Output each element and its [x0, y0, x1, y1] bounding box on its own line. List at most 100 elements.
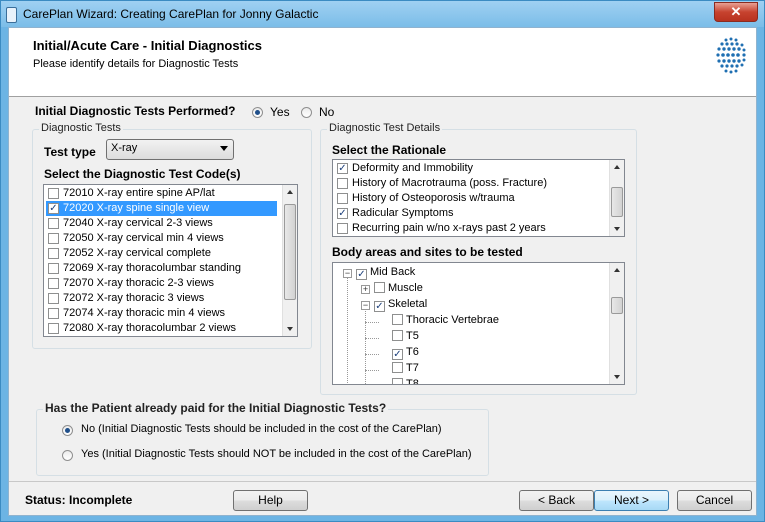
rationale-list-item[interactable]: History of Osteoporosis w/trauma [335, 191, 605, 206]
tree-node[interactable]: Muscle [374, 282, 423, 294]
test-codes-scrollbar[interactable] [282, 185, 297, 336]
checkbox[interactable] [48, 248, 59, 259]
scroll-up-icon[interactable] [614, 268, 620, 272]
test-code-list-item[interactable]: 72069 X-ray thoracolumbar standing [46, 261, 277, 276]
checkbox[interactable] [48, 218, 59, 229]
checkbox[interactable]: ✓ [337, 208, 348, 219]
checkbox[interactable] [392, 362, 403, 373]
rationale-list-item[interactable]: ✓ Deformity and Immobility [335, 161, 605, 176]
rationale-label: Radicular Symptoms [352, 207, 454, 219]
rationale-label: Select the Rationale [332, 143, 447, 157]
body-areas-scrollbar[interactable] [609, 263, 624, 384]
test-code-list-item[interactable]: ✓ 72020 X-ray spine single view [46, 201, 277, 216]
scroll-down-icon[interactable] [287, 327, 293, 331]
test-code-list-item[interactable]: 72052 X-ray cervical complete [46, 246, 277, 261]
payment-yes-label[interactable]: Yes (Initial Diagnostic Tests should NOT… [81, 448, 472, 460]
tree-node[interactable]: T7 [392, 362, 419, 374]
collapse-icon[interactable]: − [343, 269, 352, 278]
tree-node[interactable]: ✓ Skeletal [374, 298, 427, 312]
test-code-list-item[interactable]: 72010 X-ray entire spine AP/lat [46, 186, 277, 201]
help-button[interactable]: Help [233, 490, 308, 511]
payment-yes-radio[interactable] [62, 450, 73, 461]
scroll-down-icon[interactable] [614, 227, 620, 231]
checkbox[interactable]: ✓ [392, 349, 403, 360]
checkbox[interactable] [48, 233, 59, 244]
checkbox[interactable] [374, 282, 385, 293]
checkbox[interactable] [48, 188, 59, 199]
tree-node-label: T8 [406, 378, 419, 385]
tree-node-label: T6 [406, 346, 419, 358]
payment-question: Has the Patient already paid for the Ini… [43, 401, 389, 415]
test-code-list-item[interactable]: 72080 X-ray thoracolumbar 2 views [46, 321, 277, 336]
globe-logo-icon [716, 37, 746, 74]
test-code-list-item[interactable]: 72040 X-ray cervical 2-3 views [46, 216, 277, 231]
checkbox[interactable] [392, 314, 403, 325]
rationale-label: History of Macrotrauma (poss. Fracture) [352, 177, 547, 189]
checkbox[interactable] [48, 293, 59, 304]
checkbox[interactable] [48, 308, 59, 319]
close-button[interactable]: ✕ [714, 2, 758, 22]
test-code-label: 72052 X-ray cervical complete [63, 247, 211, 259]
tree-node[interactable]: ✓ T6 [392, 346, 419, 360]
tree-node-label: Skeletal [388, 298, 428, 310]
collapse-icon[interactable]: − [361, 301, 370, 310]
page-subtitle: Please identify details for Diagnostic T… [33, 58, 239, 70]
expand-icon[interactable]: + [361, 285, 370, 294]
scrollbar-thumb[interactable] [611, 187, 623, 217]
payment-no-label[interactable]: No (Initial Diagnostic Tests should be i… [81, 423, 442, 435]
tree-node[interactable]: T5 [392, 330, 419, 342]
checkbox[interactable] [48, 263, 59, 274]
payment-no-radio[interactable] [62, 425, 73, 436]
test-code-list-item[interactable]: 72072 X-ray thoracic 3 views [46, 291, 277, 306]
rationale-list-item[interactable]: ✓ Radicular Symptoms [335, 206, 605, 221]
checkbox[interactable] [392, 378, 403, 384]
rationale-label: Recurring pain w/no x-rays past 2 years [352, 222, 546, 234]
test-code-list-item[interactable]: 72050 X-ray cervical min 4 views [46, 231, 277, 246]
scrollbar-thumb[interactable] [284, 204, 296, 300]
back-button[interactable]: < Back [519, 490, 594, 511]
next-button[interactable]: Next > [594, 490, 669, 511]
checkbox[interactable] [337, 223, 348, 234]
checkbox[interactable]: ✓ [337, 163, 348, 174]
wizard-client-area: Initial/Acute Care - Initial Diagnostics… [8, 27, 757, 516]
test-code-label: 72050 X-ray cervical min 4 views [63, 232, 224, 244]
test-codes-listbox[interactable]: 72010 X-ray entire spine AP/lat ✓ 72020 X-… [43, 184, 298, 337]
app-icon [6, 7, 17, 23]
tests-performed-no-radio[interactable] [301, 107, 312, 118]
test-code-list-item[interactable]: 72070 X-ray thoracic 2-3 views [46, 276, 277, 291]
checkbox[interactable] [48, 323, 59, 334]
tree-node[interactable]: T8 [392, 378, 419, 385]
body-areas-tree[interactable]: − ✓ Mid Back + Muscle − ✓ Skeletal Thoracic Vert… [332, 262, 625, 385]
tests-performed-no-label[interactable]: No [319, 105, 334, 119]
checkbox[interactable] [337, 193, 348, 204]
rationale-list-item[interactable]: History of Macrotrauma (poss. Fracture) [335, 176, 605, 191]
tree-connector-line [365, 354, 379, 355]
checkbox[interactable] [48, 278, 59, 289]
test-type-label: Test type [44, 145, 96, 159]
diagnostic-tests-group-title: Diagnostic Tests [39, 122, 123, 134]
cancel-button[interactable]: Cancel [677, 490, 752, 511]
test-code-list-item[interactable]: 72074 X-ray thoracic min 4 views [46, 306, 277, 321]
test-details-group-title: Diagnostic Test Details [327, 122, 443, 134]
rationale-list-item[interactable]: Recurring pain w/no x-rays past 2 years [335, 221, 605, 236]
scroll-up-icon[interactable] [287, 190, 293, 194]
tree-node[interactable]: Thoracic Vertebrae [392, 314, 499, 326]
tree-node[interactable]: ✓ Mid Back [356, 266, 415, 280]
scroll-down-icon[interactable] [614, 375, 620, 379]
wizard-footer: Status: Incomplete Help < Back Next > Ca… [9, 481, 756, 516]
test-type-dropdown[interactable]: X-ray [106, 139, 234, 160]
test-code-label: 72069 X-ray thoracolumbar standing [63, 262, 241, 274]
checkbox[interactable] [392, 330, 403, 341]
checkbox[interactable]: ✓ [356, 269, 367, 280]
scrollbar-thumb[interactable] [611, 297, 623, 314]
scroll-up-icon[interactable] [614, 165, 620, 169]
tree-node-label: Mid Back [370, 266, 416, 278]
checkbox[interactable] [337, 178, 348, 189]
tests-performed-yes-radio[interactable] [252, 107, 263, 118]
checkbox[interactable]: ✓ [48, 203, 59, 214]
tests-performed-yes-label[interactable]: Yes [270, 105, 290, 119]
rationale-scrollbar[interactable] [609, 160, 624, 236]
checkbox[interactable]: ✓ [374, 301, 385, 312]
test-codes-label: Select the Diagnostic Test Code(s) [44, 167, 241, 181]
rationale-listbox[interactable]: ✓ Deformity and Immobility History of Macr… [332, 159, 625, 237]
